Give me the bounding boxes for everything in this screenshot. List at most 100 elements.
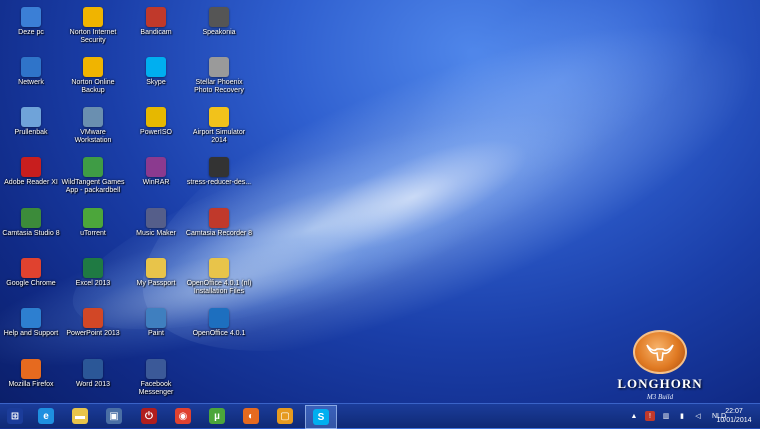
logo-subtitle: M3 Build — [646, 393, 674, 401]
utorrent-icon: µ — [209, 408, 225, 424]
network-tray-icon[interactable]: ▥ — [661, 411, 671, 421]
desktop-icon-label: Stellar Phoenix Photo Recovery — [194, 79, 244, 94]
folder-icon — [146, 258, 166, 278]
desktop-icon-help[interactable]: Help and Support — [0, 304, 66, 338]
camtasia-icon — [21, 208, 41, 228]
desktop-icon-utorrent[interactable]: uTorrent — [58, 204, 128, 238]
desktop-icon-norton[interactable]: Norton Internet Security — [58, 3, 128, 45]
desktop-icon-label: PowerPoint 2013 — [66, 330, 120, 337]
desktop-icon-powerpoint[interactable]: PowerPoint 2013 — [58, 304, 128, 338]
desktop-icon-word[interactable]: Word 2013 — [58, 355, 128, 389]
firefox-icon: ◐ — [243, 408, 259, 424]
desktop-icon-winrar[interactable]: WinRAR — [121, 153, 191, 187]
desktop-icon-openoffice[interactable]: OpenOffice 4.0.1 — [184, 304, 254, 338]
clock-date: 10/01/2014 — [716, 417, 752, 424]
network-icon — [21, 57, 41, 77]
desktop-icon-music-maker[interactable]: Music Maker — [121, 204, 191, 238]
desktop-icon-skype[interactable]: Skype — [121, 53, 191, 87]
facebook-messenger-icon — [146, 359, 166, 379]
desktop-icon-facebook-messenger[interactable]: Facebook Messenger — [121, 355, 191, 397]
desktop-icon-adobe-reader[interactable]: Adobe Reader XI — [0, 153, 66, 187]
camtasia-recorder-icon — [209, 208, 229, 228]
desktop-icon-label: uTorrent — [80, 230, 106, 237]
help-icon — [21, 308, 41, 328]
desktop-icon-airport-simulator[interactable]: Airport Simulator 2014 — [184, 103, 254, 145]
chrome-icon: ◉ — [175, 408, 191, 424]
wildtangent-icon — [83, 157, 103, 177]
skype-icon: S — [313, 409, 329, 425]
computer-icon — [21, 7, 41, 27]
taskbar-firefox-button[interactable]: ◐ — [236, 405, 266, 427]
desktop-icon-excel[interactable]: Excel 2013 — [58, 254, 128, 288]
skype-icon — [146, 57, 166, 77]
desktop-icon-label: Google Chrome — [6, 280, 56, 287]
desktop-icon-recycle-bin[interactable]: Prullenbak — [0, 103, 66, 137]
desktop-icon-shortcut[interactable]: stress-reducer-des... — [184, 153, 254, 187]
taskbar-power-button[interactable]: ⏻ — [134, 405, 164, 427]
desktop-icon-stellar[interactable]: Stellar Phoenix Photo Recovery — [184, 53, 254, 95]
desktop-icon-norton-backup[interactable]: Norton Online Backup — [58, 53, 128, 95]
taskbar-file-explorer-button[interactable]: ▬ — [65, 405, 95, 427]
music-maker-icon — [146, 208, 166, 228]
taskbar-start-windows-button[interactable]: ⊞ — [0, 405, 30, 427]
shortcut-icon — [209, 157, 229, 177]
utorrent-icon — [83, 208, 103, 228]
desktop-icon-label: Facebook Messenger — [138, 381, 174, 396]
desktop-icon-folder[interactable]: OpenOffice 4.0.1 (nl) Installation Files — [184, 254, 254, 296]
poweriso-icon — [146, 107, 166, 127]
desktop-icon-label: Speakonia — [202, 29, 236, 36]
vmware-icon — [83, 107, 103, 127]
desktop-icon-label: Norton Internet Security — [69, 29, 117, 44]
recycle-bin-icon — [21, 107, 41, 127]
airport-simulator-icon — [209, 107, 229, 127]
desktop-icon-label: Norton Online Backup — [71, 79, 115, 94]
volume-icon[interactable]: ◁ — [693, 411, 703, 421]
desktop-icon-camtasia-recorder[interactable]: Camtasia Recorder 8 — [184, 204, 254, 238]
longhorn-logo: LONGHORN M3 Build — [604, 330, 716, 401]
desktop-icon-label: Camtasia Studio 8 — [2, 230, 60, 237]
taskbar-utorrent-button[interactable]: µ — [202, 405, 232, 427]
taskbar-control-panel-button[interactable]: ▣ — [99, 405, 129, 427]
desktop-icon-camtasia[interactable]: Camtasia Studio 8 — [0, 204, 66, 238]
clock[interactable]: 22:07 10/01/2014 — [712, 407, 756, 425]
desktop-icon-label: VMware Workstation — [74, 129, 112, 144]
desktop-icon-chrome[interactable]: Google Chrome — [0, 254, 66, 288]
taskbar-skype-button[interactable]: S — [305, 405, 337, 429]
desktop-icon-speakonia[interactable]: Speakonia — [184, 3, 254, 37]
desktop-icon-label: PowerISO — [140, 129, 172, 136]
taskbar-chrome-button[interactable]: ◉ — [168, 405, 198, 427]
file-explorer-icon: ▬ — [72, 408, 88, 424]
desktop-icon-label: Deze pc — [18, 29, 44, 36]
logo-name: LONGHORN — [617, 376, 703, 391]
taskbar: ⊞ e ▬ ▣ ⏻ ◉ µ ◐ ▢ S ▲ ! ▥ ▮ ◁ NLD 22:07 10/01/201… — [0, 403, 760, 429]
powerpoint-icon — [83, 308, 103, 328]
desktop-icon-label: Mozilla Firefox — [8, 381, 54, 388]
show-hidden-icon[interactable]: ▲ — [629, 411, 639, 421]
taskbar-internet-explorer-button[interactable]: e — [31, 405, 61, 427]
desktop-icon-folder[interactable]: My Passport — [121, 254, 191, 288]
desktop-icon-label: stress-reducer-des... — [186, 179, 252, 186]
clock-time: 22:07 — [725, 408, 743, 415]
action-center-icon[interactable]: ! — [645, 411, 655, 421]
desktop-icon-label: Help and Support — [3, 330, 59, 337]
desktop-icon-label: Adobe Reader XI — [4, 179, 58, 186]
desktop-icon-label: WinRAR — [142, 179, 170, 186]
desktop-icon-computer[interactable]: Deze pc — [0, 3, 66, 37]
winrar-icon — [146, 157, 166, 177]
stellar-icon — [209, 57, 229, 77]
desktop-icon-paint[interactable]: Paint — [121, 304, 191, 338]
desktop-icon-network[interactable]: Netwerk — [0, 53, 66, 87]
start-windows-icon: ⊞ — [7, 408, 23, 424]
desktop-icon-poweriso[interactable]: PowerISO — [121, 103, 191, 137]
desktop-icon-vmware[interactable]: VMware Workstation — [58, 103, 128, 145]
bandicam-icon — [146, 7, 166, 27]
desktop-icon-bandicam[interactable]: Bandicam — [121, 3, 191, 37]
battery-icon[interactable]: ▮ — [677, 411, 687, 421]
power-icon: ⏻ — [141, 408, 157, 424]
taskbar-vmware-button[interactable]: ▢ — [270, 405, 300, 427]
firefox-icon — [21, 359, 41, 379]
desktop-icon-firefox[interactable]: Mozilla Firefox — [0, 355, 66, 389]
norton-backup-icon — [83, 57, 103, 77]
excel-icon — [83, 258, 103, 278]
desktop-icon-wildtangent[interactable]: WildTangent Games App - packardbell — [58, 153, 128, 195]
